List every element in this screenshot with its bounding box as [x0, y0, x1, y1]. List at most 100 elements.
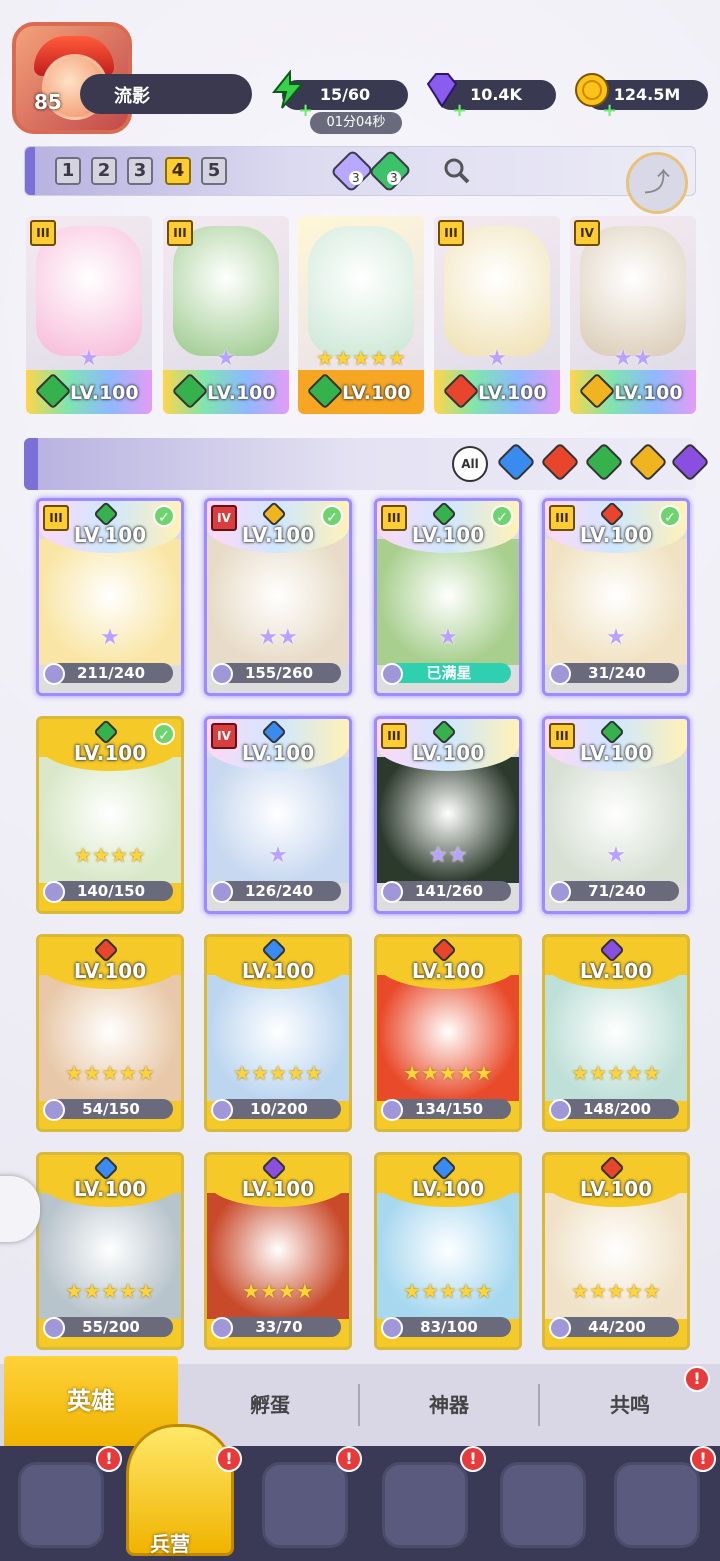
guild-nav-icon[interactable] [500, 1462, 586, 1548]
stars: ★ [606, 625, 626, 650]
filter-all-button[interactable]: All [452, 446, 488, 482]
team-tab-5[interactable]: 5 [201, 157, 227, 185]
hero-card[interactable]: III LV.100 ★ 71/240 [542, 716, 690, 914]
team-hero-card[interactable]: III ★ LV.100 [26, 216, 152, 414]
hero-card[interactable]: LV.100 ★★★★★ 44/200 [542, 1152, 690, 1350]
gold-value: 124.5M [613, 85, 681, 104]
filter-nature-icon[interactable] [584, 442, 624, 482]
shard-icon [549, 1317, 571, 1339]
hero-level: LV.100 [73, 1177, 147, 1201]
castle-nav-icon[interactable] [382, 1462, 468, 1548]
gold-plus-icon[interactable]: + [602, 96, 617, 126]
team-hero-card[interactable]: IV ★★ LV.100 [570, 216, 696, 414]
hero-level: LV.100 [579, 959, 653, 983]
hero-level: LV.100 [207, 382, 276, 404]
shard-icon [211, 1317, 233, 1339]
hero-level: LV.100 [73, 959, 147, 983]
magnifier-icon[interactable] [443, 157, 471, 185]
hero-card[interactable]: IV LV.100 ★ 126/240 [204, 716, 352, 914]
star-rating: ★★★★★ [39, 1061, 181, 1085]
shard-progress: 211/240 [49, 663, 173, 683]
hero-card[interactable]: III ✓ LV.100 ★ 31/240 [542, 498, 690, 696]
hero-card[interactable]: LV.100 ★★★★★ 134/150 [374, 934, 522, 1132]
hero-level: LV.100 [478, 382, 547, 404]
gem-plus-icon[interactable]: + [452, 96, 467, 126]
stars: ★ [438, 625, 458, 650]
team-tab-3[interactable]: 3 [127, 157, 153, 185]
element-filter-bar: All [24, 438, 710, 490]
stars: ★ [79, 346, 99, 371]
team-hero-card[interactable]: III ★ LV.100 [434, 216, 560, 414]
hero-level: LV.100 [411, 959, 485, 983]
shard-progress: 已满星 [387, 663, 511, 683]
gem-counter[interactable]: + 10.4K [426, 73, 556, 121]
hero-card[interactable]: LV.100 ★★★★ 33/70 [204, 1152, 352, 1350]
shard-progress: 44/200 [555, 1317, 679, 1337]
shard-progress: 148/200 [555, 1099, 679, 1119]
stars: ★★ [258, 625, 298, 650]
map-nav-icon[interactable] [262, 1462, 348, 1548]
shard-icon [211, 663, 233, 685]
hero-level: LV.100 [73, 523, 147, 547]
shard-progress: 71/240 [555, 881, 679, 901]
hero-level: LV.100 [579, 741, 653, 765]
star-rating: ★★★★★ [298, 346, 424, 370]
shard-progress: 155/260 [217, 663, 341, 683]
filter-bar-accent [24, 438, 38, 490]
tab-artifact[interactable]: 神器 [360, 1364, 538, 1446]
share-icon: ⤴ [643, 168, 670, 198]
filter-fire-icon[interactable] [540, 442, 580, 482]
shard-progress: 31/240 [555, 663, 679, 683]
team-selector-bar: 1 2 3 4 5 3 3 [24, 146, 696, 196]
bottom-nav: ! ! ! ! ! [0, 1424, 720, 1561]
shard-icon [549, 881, 571, 903]
barracks-alert-badge: ! [216, 1446, 242, 1472]
hero-level: LV.100 [579, 1177, 653, 1201]
shard-progress: 55/200 [49, 1317, 173, 1337]
filter-water-icon[interactable] [496, 442, 536, 482]
shard-icon [549, 663, 571, 685]
hero-card[interactable]: III ✓ LV.100 ★ 已满星 [374, 498, 522, 696]
hero-level: LV.100 [241, 959, 315, 983]
battle-nav-icon[interactable] [614, 1462, 700, 1548]
shard-icon [381, 663, 403, 685]
shard-icon [43, 1317, 65, 1339]
player-level: 85 [34, 90, 62, 114]
energy-value: 15/60 [319, 85, 371, 104]
star-rating: ★★★★★ [207, 1061, 349, 1085]
shard-icon [381, 1099, 403, 1121]
hero-card[interactable]: LV.100 ★★★★★ 148/200 [542, 934, 690, 1132]
hero-card[interactable]: LV.100 ★★★★★ 83/100 [374, 1152, 522, 1350]
hero-card[interactable]: LV.100 ★★★★★ 55/200 [36, 1152, 184, 1350]
hero-card[interactable]: LV.100 ★★★★★ 54/150 [36, 934, 184, 1132]
star-rating: ★★★★ [39, 843, 181, 867]
hero-level: LV.100 [241, 1177, 315, 1201]
stars: ★★★★★ [403, 1061, 493, 1085]
rank-badge: III [438, 220, 464, 246]
team-tab-2[interactable]: 2 [91, 157, 117, 185]
shard-icon [43, 1099, 65, 1121]
stars: ★ [606, 843, 626, 868]
stars: ★ [487, 346, 507, 371]
hero-card[interactable]: III ✓ LV.100 ★ 211/240 [36, 498, 184, 696]
shard-icon [211, 881, 233, 903]
energy-counter[interactable]: + 15/60 [271, 70, 408, 121]
team-hero-card[interactable]: III ★ LV.100 [163, 216, 289, 414]
share-button[interactable]: ⤴ [626, 152, 688, 214]
stars: ★ [100, 625, 120, 650]
team-hero-card[interactable]: ★★★★★ LV.100 [298, 216, 424, 414]
hero-card[interactable]: LV.100 ★★★★★ 10/200 [204, 934, 352, 1132]
hero-card[interactable]: IV ✓ LV.100 ★★ 155/260 [204, 498, 352, 696]
cards-nav-icon[interactable] [18, 1462, 104, 1548]
map-alert-badge: ! [336, 1446, 362, 1472]
team-tab-4[interactable]: 4 [165, 157, 191, 185]
shard-icon [381, 881, 403, 903]
hero-card[interactable]: ✓ LV.100 ★★★★ 140/150 [36, 716, 184, 914]
filter-light-icon[interactable] [628, 442, 668, 482]
star-rating: ★★★★★ [377, 1279, 519, 1303]
stars: ★★★★ [242, 1279, 314, 1303]
gold-counter[interactable]: + 124.5M [575, 73, 708, 121]
team-tab-1[interactable]: 1 [55, 157, 81, 185]
hero-card[interactable]: III LV.100 ★★ 141/260 [374, 716, 522, 914]
stars: ★★★★★ [65, 1061, 155, 1085]
